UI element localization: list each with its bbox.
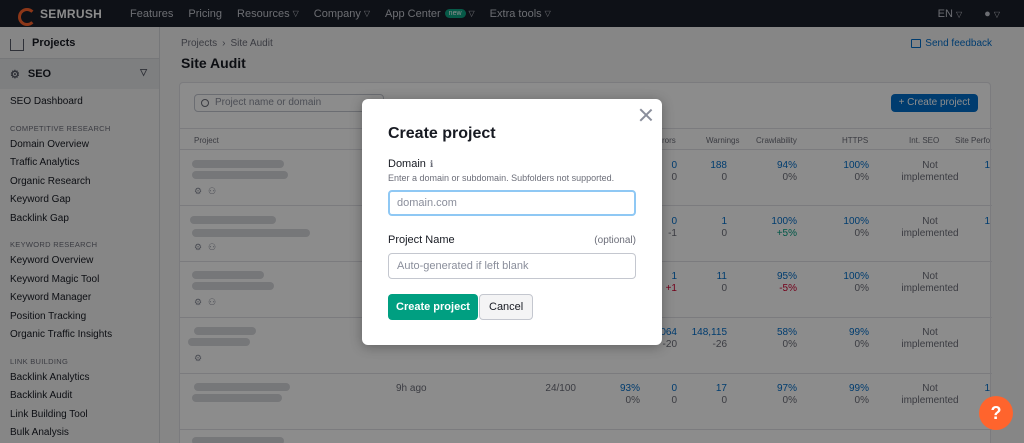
close-icon[interactable]: [638, 107, 654, 123]
create-project-dialog: Create project Domain ℹ Enter a domain or…: [362, 99, 662, 345]
domain-label: Domain ℹ: [388, 158, 433, 170]
project-name-placeholder: Auto-generated if left blank: [397, 260, 529, 272]
project-name-label: Project Name: [388, 234, 455, 246]
info-icon[interactable]: ℹ: [430, 159, 433, 169]
domain-placeholder: domain.com: [397, 197, 457, 209]
help-button[interactable]: ?: [979, 396, 1013, 430]
project-name-input[interactable]: Auto-generated if left blank: [388, 253, 636, 279]
create-project-submit-button[interactable]: Create project: [388, 294, 478, 320]
optional-label: (optional): [594, 235, 636, 246]
domain-label-text: Domain: [388, 158, 426, 170]
domain-input[interactable]: domain.com: [388, 190, 636, 216]
domain-hint: Enter a domain or subdomain. Subfolders …: [388, 173, 615, 183]
dialog-title: Create project: [388, 125, 496, 142]
cancel-button[interactable]: Cancel: [479, 294, 534, 320]
